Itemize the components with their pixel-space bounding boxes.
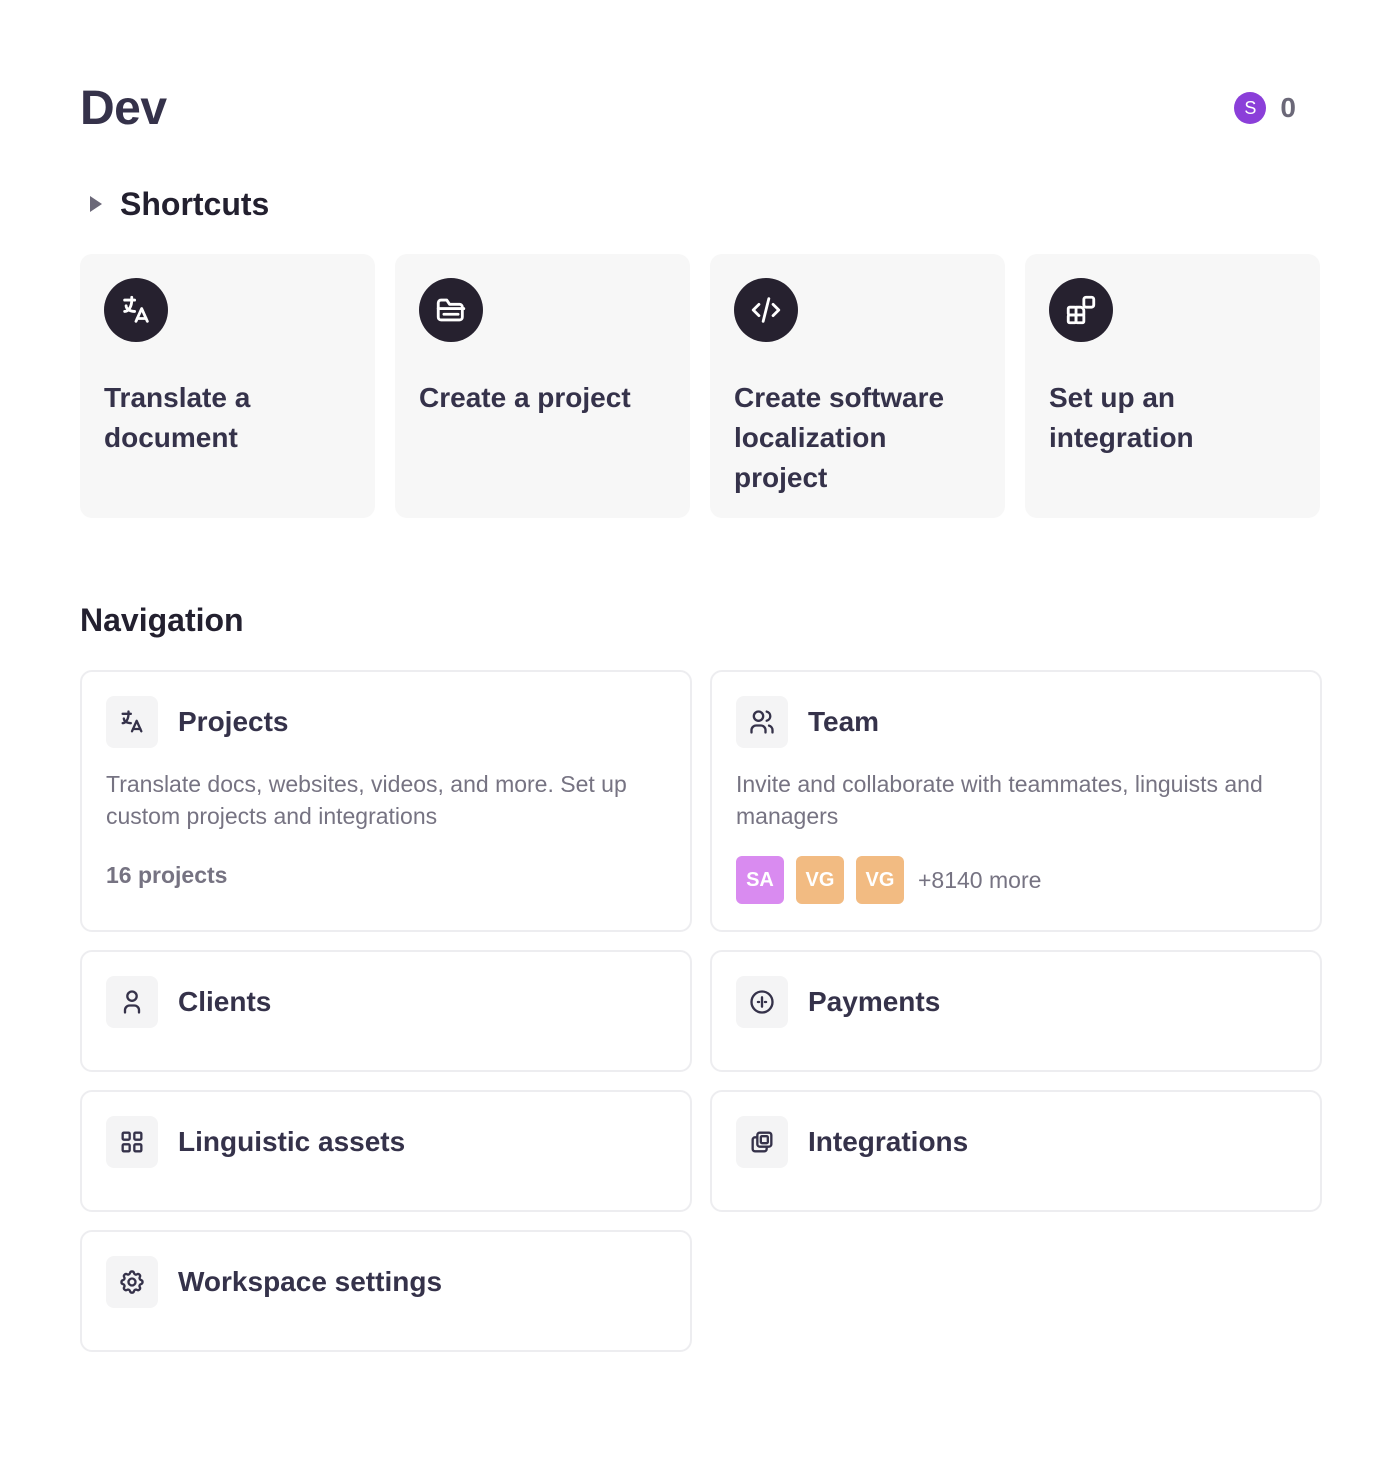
shortcuts-grid: Translate a document Create a project Cr… xyxy=(80,254,1320,518)
header: Dev S 0 xyxy=(80,78,1296,138)
nav-label-integrations: Integrations xyxy=(808,1126,969,1157)
nav-label-payments: Payments xyxy=(808,986,941,1017)
avatar: VG xyxy=(856,856,904,904)
nav-label-team: Team xyxy=(808,706,880,737)
translate-icon xyxy=(106,696,158,748)
team-avatars: SA VG VG +8140 more xyxy=(736,856,1041,904)
nav-card-integrations[interactable]: Integrations xyxy=(710,1090,1322,1212)
translate-icon xyxy=(104,278,168,342)
shortcut-software-localization[interactable]: Create software localization project xyxy=(710,254,1005,518)
layers-icon xyxy=(736,1116,788,1168)
users-icon xyxy=(736,696,788,748)
shortcut-label: Translate a document xyxy=(104,382,251,453)
nav-label-linguistic-assets: Linguistic assets xyxy=(178,1126,406,1157)
shortcuts-title: Shortcuts xyxy=(120,185,270,222)
nav-label-clients: Clients xyxy=(178,986,272,1017)
caret-right-icon xyxy=(90,196,102,212)
nav-card-team[interactable]: Team Invite and collaborate with teammat… xyxy=(710,670,1322,932)
shortcut-label: Set up an integration xyxy=(1049,382,1194,453)
credit-badge: S xyxy=(1234,92,1267,124)
navigation-title: Navigation xyxy=(80,602,244,638)
page: Dev S 0 Shortcuts Translate a document C… xyxy=(0,0,1388,1462)
nav-card-linguistic-assets[interactable]: Linguistic assets xyxy=(80,1090,692,1212)
nav-label-projects: Projects xyxy=(178,706,289,737)
avatar: SA xyxy=(736,856,784,904)
shortcuts-toggle[interactable]: Shortcuts xyxy=(80,182,269,226)
nav-card-clients[interactable]: Clients xyxy=(80,950,692,1072)
nav-label-workspace-settings: Workspace settings xyxy=(178,1266,443,1297)
nav-card-payments[interactable]: Payments xyxy=(710,950,1322,1072)
shortcut-set-up-integration[interactable]: Set up an integration xyxy=(1025,254,1320,518)
gear-icon xyxy=(106,1256,158,1308)
apps-add-icon xyxy=(1049,278,1113,342)
avatar: VG xyxy=(796,856,844,904)
shortcut-translate-document[interactable]: Translate a document xyxy=(80,254,375,518)
user-icon xyxy=(106,976,158,1028)
shortcut-label: Create software localization project xyxy=(734,382,945,493)
nav-description-team: Invite and collaborate with teammates, l… xyxy=(736,771,1263,829)
grid-icon xyxy=(106,1116,158,1168)
credits-indicator[interactable]: S 0 xyxy=(1234,92,1296,124)
nav-card-workspace-settings[interactable]: Workspace settings xyxy=(80,1230,692,1352)
nav-card-projects[interactable]: Projects Translate docs, websites, video… xyxy=(80,670,692,932)
code-icon xyxy=(734,278,798,342)
shortcut-create-project[interactable]: Create a project xyxy=(395,254,690,518)
credit-count: 0 xyxy=(1280,92,1296,123)
shortcut-label: Create a project xyxy=(419,382,631,413)
folder-open-icon xyxy=(419,278,483,342)
coin-icon xyxy=(736,976,788,1028)
projects-count: 16 projects xyxy=(106,862,228,888)
page-title: Dev xyxy=(80,81,167,135)
nav-description-projects: Translate docs, websites, videos, and mo… xyxy=(106,771,627,829)
team-more-count: +8140 more xyxy=(918,866,1042,893)
